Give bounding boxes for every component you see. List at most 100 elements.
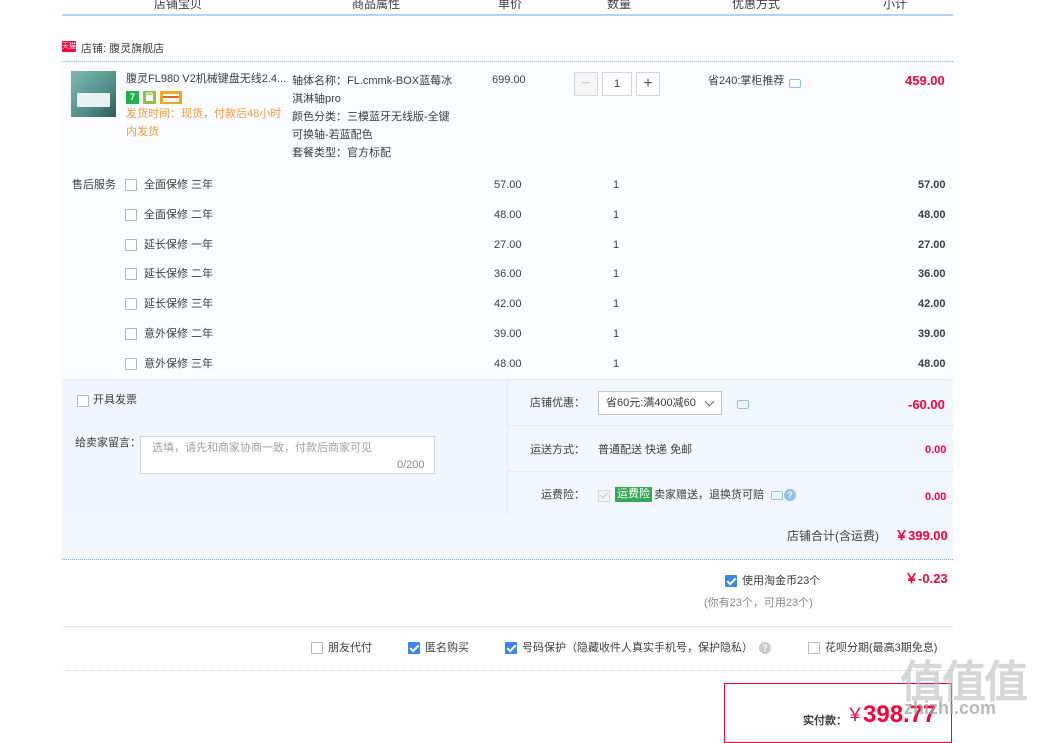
installment-checkbox[interactable]	[808, 642, 820, 654]
anonymous-label[interactable]: 匿名购买	[425, 639, 469, 657]
credit-card-icon	[160, 91, 182, 104]
insurance-label: 运费险：	[541, 489, 585, 501]
service-checkbox[interactable]	[125, 239, 137, 251]
help-icon[interactable]: ?	[759, 642, 771, 654]
use-coins-checkbox[interactable]	[725, 575, 737, 587]
help-icon[interactable]: ?	[784, 489, 796, 501]
use-coins-label[interactable]: 使用淘金币23个	[742, 572, 820, 590]
message-label: 给卖家留言：	[75, 437, 141, 449]
promo-text: 省240:掌柜推荐	[708, 75, 785, 87]
invoice-checkbox[interactable]	[77, 395, 89, 407]
increase-qty-button[interactable]: +	[636, 72, 660, 96]
attr-color-cont: 可换轴-若蓝配色	[292, 129, 373, 141]
col-header-qty: 数量	[607, 0, 632, 11]
chat-icon[interactable]	[771, 491, 783, 500]
product-thumbnail[interactable]	[71, 71, 116, 117]
service-checkbox[interactable]	[125, 328, 137, 340]
options-bar: 朋友代付 匿名购买 号码保护（隐藏收件人真实手机号，保护隐私） ? 花呗分期(最…	[62, 627, 953, 671]
service-subtotal: 36.00	[918, 268, 946, 280]
friend-pay-label[interactable]: 朋友代付	[328, 639, 372, 657]
service-price: 27.00	[494, 239, 522, 251]
discount-amount: -60.00	[908, 397, 945, 412]
col-header-subtotal: 小计	[883, 0, 908, 11]
table-header: 店铺宝贝 商品属性 单价 数量 优惠方式 小计	[62, 0, 953, 16]
discount-label: 店铺优惠：	[530, 397, 585, 409]
order-item: 腹灵FL980 V2机械键盘无线2.4... 7 发货时间：现货，付款后48小时…	[62, 61, 953, 379]
shop-summary-panel: 店铺优惠： 省60元:满400减60 -60.00 运送方式： 普通配送 快递 …	[507, 379, 954, 513]
service-subtotal: 39.00	[918, 328, 946, 340]
seven-day-return-icon: 7	[126, 91, 139, 104]
service-subtotal: 27.00	[918, 239, 946, 251]
service-price: 57.00	[494, 179, 522, 191]
attr-color: 颜色分类：三模蓝牙无线版-全键	[292, 111, 450, 123]
service-checkbox[interactable]	[125, 358, 137, 370]
service-checkbox[interactable]	[125, 209, 137, 221]
quantity-stepper: − 1 +	[574, 72, 660, 96]
shop-total-amount: ￥399.00	[895, 528, 948, 543]
privacy-checkbox[interactable]	[505, 642, 517, 654]
service-price: 42.00	[494, 298, 522, 310]
friend-pay-checkbox[interactable]	[311, 642, 323, 654]
guarantee-icon	[143, 91, 156, 104]
divider	[508, 471, 954, 472]
message-placeholder: 选填，请先和商家协商一致，付款后商家可见	[152, 442, 372, 454]
service-checkbox[interactable]	[125, 179, 137, 191]
service-subtotal: 48.00	[918, 209, 946, 221]
col-header-promo: 优惠方式	[732, 0, 781, 11]
seller-message-input[interactable]: 选填，请先和商家协商一致，付款后商家可见 0/200	[140, 436, 435, 474]
service-price: 48.00	[494, 358, 522, 370]
coins-amount: ￥-0.23	[905, 571, 948, 586]
shipping-value: 普通配送 快递 免邮	[598, 444, 693, 456]
product-title-link[interactable]: 腹灵FL980 V2机械键盘无线2.4...	[126, 70, 286, 88]
shipping-label: 运送方式：	[530, 444, 585, 456]
service-qty: 1	[613, 268, 620, 280]
service-name: 延长保修 二年	[144, 268, 214, 280]
item-subtotal: 459.00	[905, 73, 945, 88]
service-price: 48.00	[494, 209, 522, 221]
shop-name-link[interactable]: 店铺: 腹灵旗舰店	[81, 40, 164, 56]
coins-section: 使用淘金币23个 (你有23个，可用23个) ￥-0.23	[62, 560, 953, 627]
discount-selected: 省60元:满400减60	[606, 397, 696, 409]
services-label: 售后服务	[72, 179, 116, 191]
quantity-input[interactable]: 1	[602, 72, 632, 96]
service-price: 39.00	[494, 328, 522, 340]
service-subtotal: 57.00	[918, 179, 946, 191]
chat-icon[interactable]	[737, 400, 749, 409]
service-price: 36.00	[494, 268, 522, 280]
service-checkbox[interactable]	[125, 298, 137, 310]
shop-total-label: 店铺合计(含运费)	[787, 529, 879, 543]
ship-time-text-2: 内发货	[126, 126, 159, 138]
decrease-qty-button[interactable]: −	[574, 72, 598, 96]
privacy-label[interactable]: 号码保护（隐藏收件人真实手机号，保护隐私）	[522, 639, 753, 657]
service-name: 全面保修 二年	[144, 209, 214, 221]
payment-currency: ￥	[846, 705, 864, 725]
service-checkbox[interactable]	[125, 268, 137, 280]
insurance-tag: 运费险	[615, 487, 652, 502]
chat-icon[interactable]	[789, 79, 801, 88]
service-qty: 1	[613, 239, 620, 251]
service-subtotal: 42.00	[918, 298, 946, 310]
order-extras-panel: 开具发票 给卖家留言： 选填，请先和商家协商一致，付款后商家可见 0/200	[62, 379, 507, 514]
payment-label: 实付款：	[803, 715, 847, 727]
shop-row: 天猫 店铺: 腹灵旗舰店	[62, 34, 953, 60]
insurance-checkbox	[598, 490, 610, 502]
service-qty: 1	[613, 179, 620, 191]
service-name: 意外保修 三年	[144, 358, 214, 370]
tmall-icon: 天猫	[62, 41, 76, 52]
service-subtotal: 48.00	[918, 358, 946, 370]
service-qty: 1	[613, 298, 620, 310]
discount-select[interactable]: 省60元:满400减60	[598, 391, 722, 415]
service-qty: 1	[613, 209, 620, 221]
shop-total-bar: 店铺合计(含运费) ￥399.00	[62, 513, 953, 560]
unit-price: 699.00	[492, 74, 526, 86]
insurance-amount: 0.00	[925, 491, 947, 503]
insurance-text: 卖家赠送，退换货可赔	[654, 489, 764, 501]
ship-time-text: 发货时间：现货，付款后48小时	[126, 108, 282, 120]
divider	[508, 425, 954, 426]
anonymous-checkbox[interactable]	[408, 642, 420, 654]
attr-package: 套餐类型：官方标配	[292, 147, 391, 159]
col-header-item: 店铺宝贝	[154, 0, 203, 11]
col-header-attrs: 商品属性	[352, 0, 401, 11]
service-qty: 1	[613, 358, 620, 370]
invoice-label[interactable]: 开具发票	[93, 391, 137, 409]
